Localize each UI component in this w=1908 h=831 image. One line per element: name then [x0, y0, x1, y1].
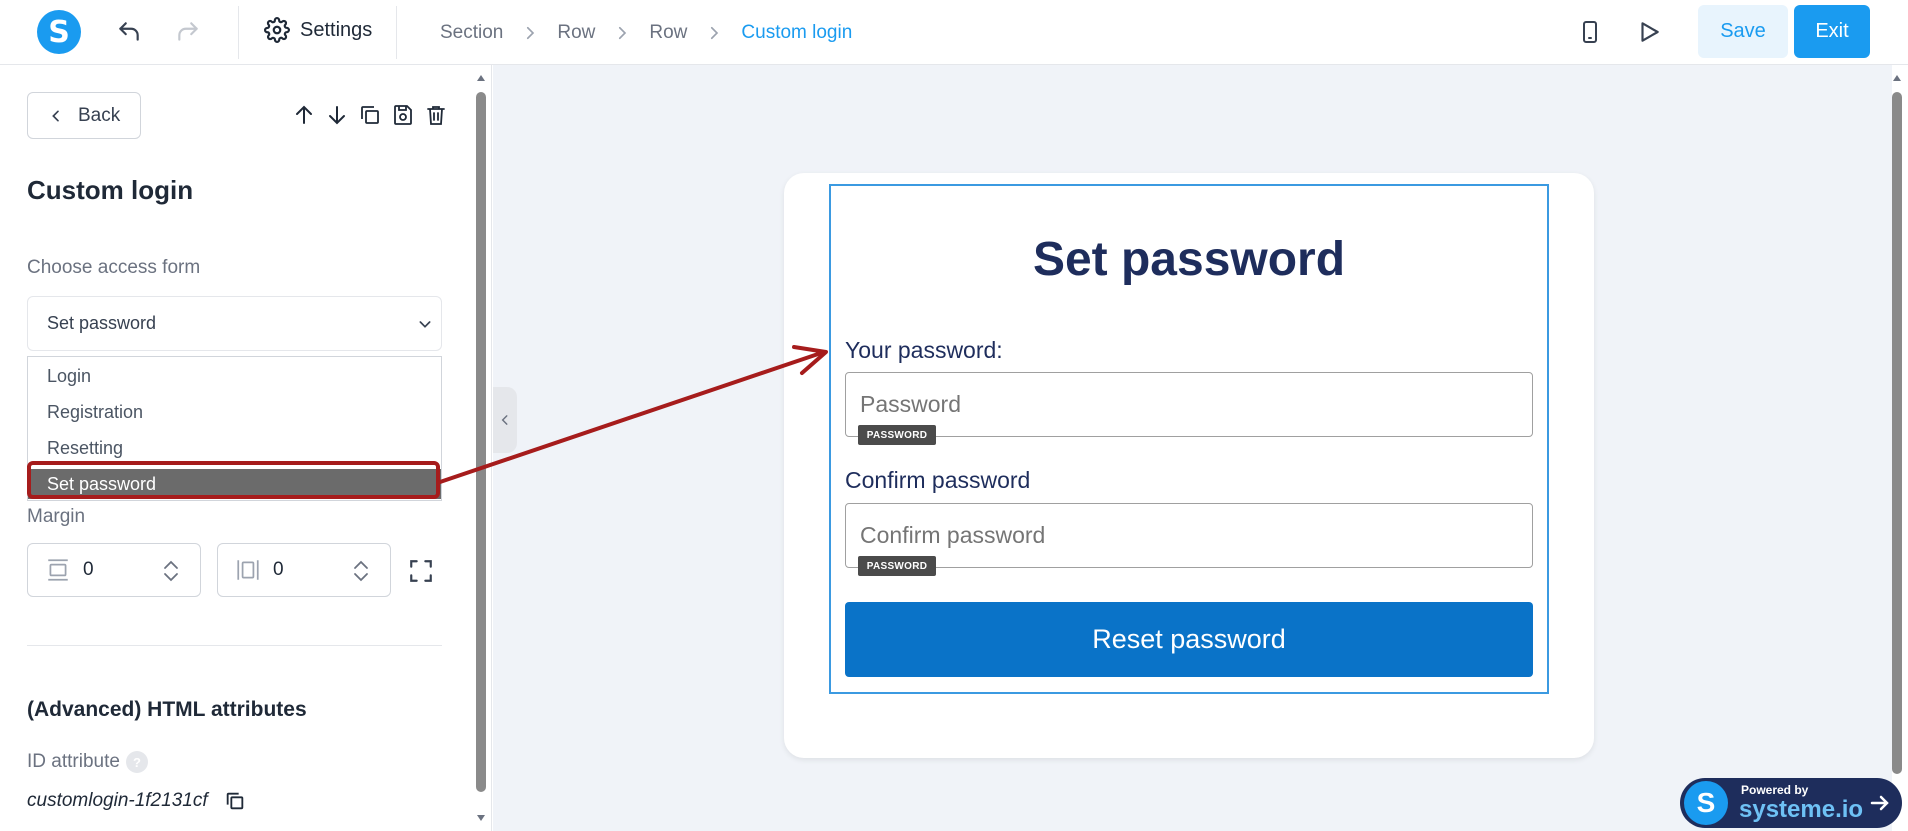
canvas-scrollbar[interactable] [1890, 70, 1904, 826]
exit-button[interactable]: Exit [1794, 5, 1870, 58]
margin-horizontal-value: 0 [273, 559, 284, 580]
mobile-preview-icon[interactable] [1575, 17, 1605, 47]
password-type-badge: PASSWORD [858, 425, 936, 445]
arrow-right-icon [1870, 795, 1889, 811]
trash-icon[interactable] [424, 103, 449, 128]
access-form-label: Choose access form [27, 257, 201, 278]
stepper-icon[interactable] [162, 559, 180, 583]
brand-name: systeme.io [1739, 796, 1864, 823]
stepper-icon[interactable] [352, 559, 370, 583]
chevron-left-icon [48, 107, 64, 125]
redo-icon[interactable] [173, 17, 203, 47]
access-form-selected-value: Set password [47, 313, 157, 333]
panel-scrollbar-thumb[interactable] [476, 92, 486, 792]
advanced-attributes-title: (Advanced) HTML attributes [27, 698, 307, 721]
scroll-up-arrow-icon [477, 75, 485, 81]
password-input[interactable]: Password [845, 372, 1533, 437]
help-icon[interactable]: ? [125, 751, 148, 773]
id-attribute-label: ID attribute [27, 751, 120, 772]
breadcrumb-section[interactable]: Section [440, 22, 503, 44]
section-divider [27, 645, 442, 646]
toolbar-divider [238, 6, 239, 59]
horizontal-margin-icon [235, 557, 261, 583]
chevron-left-icon [498, 411, 512, 429]
move-down-icon[interactable] [325, 103, 350, 128]
save-button[interactable]: Save [1698, 5, 1788, 58]
chevron-right-icon [705, 24, 723, 42]
chevron-down-icon [417, 316, 433, 332]
confirm-password-type-badge: PASSWORD [858, 556, 936, 576]
annotation-highlight-box [27, 461, 440, 499]
copy-icon[interactable] [224, 790, 246, 812]
systeme-logo-icon[interactable]: S [37, 10, 81, 54]
option-registration[interactable]: Registration [28, 397, 441, 427]
systeme-badge-logo-icon: S [1684, 781, 1728, 825]
gear-icon [264, 17, 290, 43]
margin-horizontal-input[interactable]: 0 [217, 543, 391, 597]
play-preview-icon[interactable] [1634, 17, 1664, 47]
margin-label: Margin [27, 506, 86, 527]
collapse-panel-button[interactable] [493, 387, 517, 453]
back-label: Back [78, 104, 121, 126]
margin-vertical-value: 0 [83, 559, 94, 580]
id-attribute-value: customlogin-1f2131cf [27, 790, 208, 811]
id-attribute-row: customlogin-1f2131cf [27, 790, 246, 812]
password-placeholder: Password [860, 391, 961, 417]
option-resetting[interactable]: Resetting [28, 433, 441, 463]
breadcrumb-row[interactable]: Row [649, 22, 687, 44]
toolbar-divider [396, 6, 397, 59]
chevron-right-icon [521, 24, 539, 42]
option-login[interactable]: Login [28, 361, 441, 391]
canvas-scrollbar-thumb[interactable] [1892, 92, 1902, 774]
undo-icon[interactable] [114, 17, 144, 47]
panel-title: Custom login [27, 175, 194, 205]
margin-vertical-input[interactable]: 0 [27, 543, 201, 597]
back-button[interactable]: Back [27, 92, 141, 139]
breadcrumb-row[interactable]: Row [557, 22, 595, 44]
password-label: Your password: [845, 337, 1003, 363]
confirm-password-placeholder: Confirm password [860, 522, 1046, 548]
access-form-select[interactable]: Set password [27, 296, 442, 351]
expand-margins-icon[interactable] [408, 558, 434, 584]
settings-label: Settings [300, 18, 373, 41]
powered-by-text: Powered by [1741, 783, 1809, 797]
settings-button[interactable]: Settings [264, 17, 372, 43]
breadcrumb: Section Row Row Custom login [440, 22, 852, 44]
move-up-icon[interactable] [292, 103, 317, 128]
panel-scrollbar[interactable] [474, 70, 488, 826]
id-attribute-label-row: ID attribute ? [27, 751, 148, 773]
scroll-down-arrow-icon [477, 815, 485, 821]
form-title: Set password [1032, 233, 1346, 286]
scroll-up-arrow-icon [1893, 75, 1901, 81]
top-toolbar: S Settings Section Row Row Custom login … [0, 0, 1908, 65]
duplicate-icon[interactable] [358, 103, 383, 128]
vertical-margin-icon [45, 557, 71, 583]
chevron-right-icon [613, 24, 631, 42]
confirm-password-input[interactable]: Confirm password [845, 503, 1533, 568]
element-tools [292, 103, 449, 128]
breadcrumb-current[interactable]: Custom login [741, 22, 852, 44]
reset-password-button[interactable]: Reset password [845, 602, 1533, 677]
confirm-password-label: Confirm password [845, 467, 1031, 493]
powered-by-badge[interactable]: S Powered by systeme.io [1680, 778, 1902, 828]
save-template-icon[interactable] [391, 103, 416, 128]
